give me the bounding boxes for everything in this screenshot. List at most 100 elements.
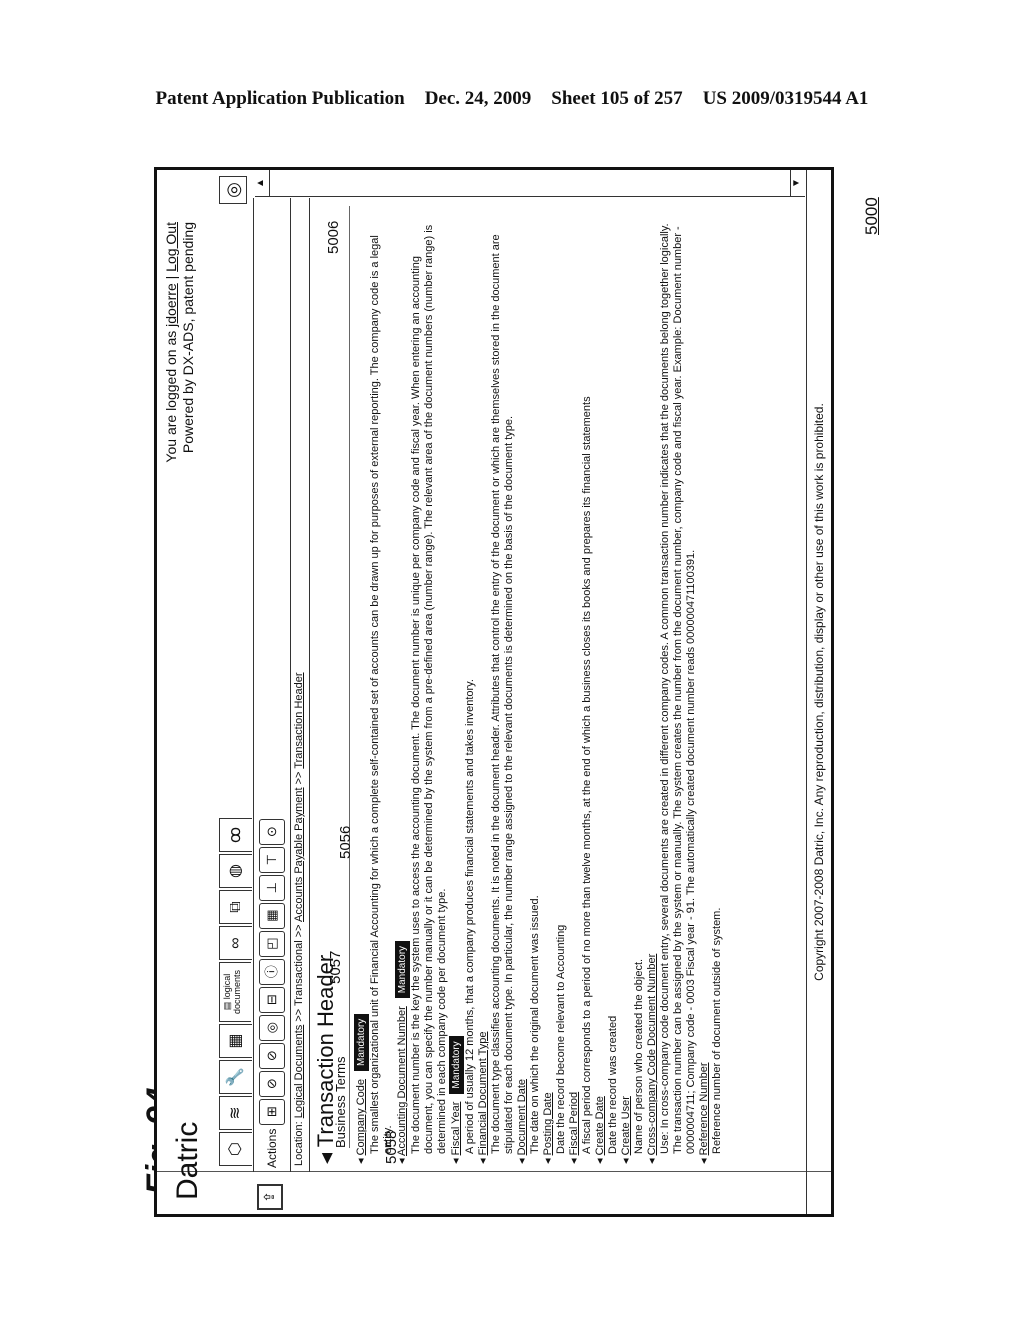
link-icon: ∞ bbox=[227, 937, 244, 949]
tab-table[interactable]: ▦ bbox=[219, 1024, 252, 1058]
breadcrumb-item[interactable]: Accounts Payable Payment bbox=[293, 787, 305, 922]
transform-icon: ⧉ bbox=[227, 901, 244, 913]
main-tabs: ⬡ ≋ 🔧 ▦ ▤ logical documents ∞ ⧉ ◍ ꝏ bbox=[219, 816, 252, 1166]
term-item: ◂ Posting Date Date the record become rel… bbox=[542, 206, 568, 1164]
book-icon[interactable]: ⊟ bbox=[259, 986, 285, 1013]
term-item: ◂ Financial Document Type The document ty… bbox=[477, 206, 516, 1164]
term-item: ◂ Cross-company Code Document Number Use:… bbox=[646, 206, 698, 1164]
breadcrumb-item: Transactional bbox=[293, 940, 305, 1006]
actions-bar: Actions ⊞ ⊘ ⊘ ◎ ⊟ ⓘ ◰ ▦ ⊥ ⊤ ⊙ bbox=[253, 198, 291, 1172]
ref-5058: 5058 bbox=[383, 1130, 400, 1164]
tab-shapes[interactable]: ◍ bbox=[219, 854, 252, 888]
breadcrumb-item[interactable]: Logical Documents bbox=[293, 1025, 305, 1119]
term-item: ◂ Company CodeMandatory The smallest orga… bbox=[354, 206, 395, 1164]
scroll-up-icon[interactable]: ▲ bbox=[255, 170, 270, 196]
location-label: Location: bbox=[293, 1121, 305, 1166]
mandatory-badge: Mandatory bbox=[354, 1013, 369, 1071]
top-bar: Datric ⬡ ≋ 🔧 ▦ ▤ logical documents ∞ ⧉ ◍… bbox=[157, 170, 255, 1214]
publication-header: Patent Application Publication Dec. 24, 2… bbox=[0, 88, 1024, 110]
shapes-icon: ◍ bbox=[227, 864, 244, 878]
sidebar: ⇪ bbox=[157, 1171, 831, 1214]
pub-sheet: Sheet 105 of 257 bbox=[551, 88, 683, 109]
ref-5056: 5056 bbox=[337, 825, 354, 859]
term-link[interactable]: Cross-company Code Document Number bbox=[646, 954, 658, 1156]
term-item: ◂ Create User Name of person who created … bbox=[620, 206, 646, 1164]
term-description: A fiscal period corresponds to a period … bbox=[581, 396, 593, 1154]
term-item: ◂ Document Date The date on which the ori… bbox=[516, 206, 542, 1164]
grid-icon[interactable]: ▦ bbox=[259, 902, 285, 929]
scrollbar[interactable]: ▲ ▼ bbox=[255, 170, 805, 197]
help-icon[interactable]: ◎ bbox=[219, 176, 247, 204]
page-title: ◂ Transaction Header bbox=[313, 954, 338, 1164]
tab-link[interactable]: ∞ bbox=[219, 926, 252, 960]
import-icon[interactable]: ⊥ bbox=[259, 874, 285, 901]
tab-tools[interactable]: 🔧 bbox=[219, 1060, 252, 1094]
actions-label: Actions bbox=[265, 1128, 279, 1168]
chart-icon: ≋ bbox=[227, 1106, 244, 1120]
app-window: ⇪ Datric ⬡ ≋ 🔧 ▦ ▤ logical documents ∞ ⧉… bbox=[154, 167, 834, 1217]
figure-ref: 5000 bbox=[862, 197, 881, 235]
clock-icon[interactable]: ⊙ bbox=[259, 818, 285, 845]
term-link[interactable]: Fiscal Year bbox=[450, 1102, 462, 1156]
term-description: Use: In cross-company code document entr… bbox=[659, 223, 697, 1154]
term-description: The smallest organizational unit of Fina… bbox=[369, 235, 394, 1154]
scroll-down-icon[interactable]: ▼ bbox=[790, 170, 805, 196]
term-description: The date on which the original document … bbox=[529, 895, 541, 1154]
term-link[interactable]: Fiscal Period bbox=[568, 1092, 580, 1156]
user-link[interactable]: jdoerre bbox=[163, 283, 179, 327]
term-description: The document number is the key the syste… bbox=[410, 224, 448, 1154]
pill-icon[interactable]: ⊘ bbox=[259, 1042, 285, 1069]
document-icon: ▤ bbox=[222, 1001, 232, 1011]
add-icon[interactable]: ⊞ bbox=[259, 1098, 285, 1125]
term-item: ◂ Fiscal YearMandatory A period of usuall… bbox=[449, 206, 477, 1164]
brand-logo: Datric bbox=[171, 1121, 204, 1200]
ref-5006: 5006 bbox=[325, 220, 342, 254]
pill-icon[interactable]: ⊘ bbox=[259, 1070, 285, 1097]
term-item: ◂ Reference Number Reference number of do… bbox=[698, 206, 724, 1164]
term-description: Date the record become relevant to Accou… bbox=[555, 924, 567, 1154]
term-link[interactable]: Company Code bbox=[355, 1079, 367, 1155]
copyright-footer: Copyright 2007-2008 Datric, Inc. Any rep… bbox=[806, 170, 831, 1214]
content-area: ◂ Transaction Header Business Terms ◂ Co… bbox=[313, 206, 805, 1164]
term-item: ◂ Fiscal Period A fiscal period correspon… bbox=[568, 206, 594, 1164]
tab-logical-documents[interactable]: ▤ logical documents bbox=[219, 962, 251, 1022]
tab-transform[interactable]: ⧉ bbox=[219, 890, 252, 924]
login-prefix: You are logged on as bbox=[163, 330, 179, 463]
tab-cube[interactable]: ⬡ bbox=[219, 1132, 252, 1166]
pub-date: Dec. 24, 2009 bbox=[424, 88, 532, 109]
users-icon: ꝏ bbox=[227, 826, 244, 844]
terms-list: ◂ Company CodeMandatory The smallest orga… bbox=[354, 206, 724, 1164]
term-description: Name of person who created the object. bbox=[633, 958, 645, 1154]
login-info: You are logged on as jdoerre | Log Out P… bbox=[163, 222, 197, 463]
term-description: Date the record was created bbox=[607, 1015, 619, 1154]
term-link[interactable]: Create Date bbox=[594, 1096, 606, 1155]
tab-users[interactable]: ꝏ bbox=[219, 818, 252, 852]
term-description: The document type classifies accounting … bbox=[490, 234, 515, 1154]
mandatory-badge: Mandatory bbox=[395, 940, 410, 999]
powered-by: Powered by DX-ADS, patent pending bbox=[180, 222, 196, 454]
term-item: ◂ Create Date Date the record was created bbox=[594, 206, 620, 1164]
tab-chart[interactable]: ≋ bbox=[219, 1096, 252, 1130]
expand-icon[interactable]: ⇪ bbox=[257, 1184, 283, 1210]
term-description: A period of usually 12 months, that a co… bbox=[464, 679, 476, 1154]
term-link[interactable]: Create User bbox=[620, 1096, 632, 1155]
info-icon[interactable]: ⓘ bbox=[259, 958, 285, 985]
mandatory-badge: Mandatory bbox=[449, 1036, 464, 1094]
box-icon[interactable]: ◰ bbox=[259, 930, 285, 957]
pub-number: US 2009/0319544 A1 bbox=[702, 88, 869, 109]
camera-icon[interactable]: ◎ bbox=[259, 1014, 285, 1041]
term-link[interactable]: Document Date bbox=[516, 1079, 528, 1155]
term-item: ◂ Accounting Document NumberMandatory The… bbox=[395, 206, 449, 1164]
ref-5057: 5057 bbox=[327, 950, 344, 984]
export-icon[interactable]: ⊤ bbox=[259, 846, 285, 873]
breadcrumb-item[interactable]: Transaction Header bbox=[293, 672, 305, 768]
cube-icon: ⬡ bbox=[227, 1142, 244, 1156]
logout-link[interactable]: Log Out bbox=[163, 222, 179, 272]
separator: | bbox=[163, 275, 179, 280]
term-link[interactable]: Reference Number bbox=[698, 1062, 710, 1155]
term-link[interactable]: Financial Document Type bbox=[477, 1032, 489, 1156]
term-link[interactable]: Posting Date bbox=[542, 1092, 554, 1155]
table-icon: ▦ bbox=[227, 1033, 244, 1049]
breadcrumb: Location: Logical Documents >> Transacti… bbox=[289, 198, 310, 1172]
term-description: Reference number of document outside of … bbox=[711, 907, 723, 1154]
